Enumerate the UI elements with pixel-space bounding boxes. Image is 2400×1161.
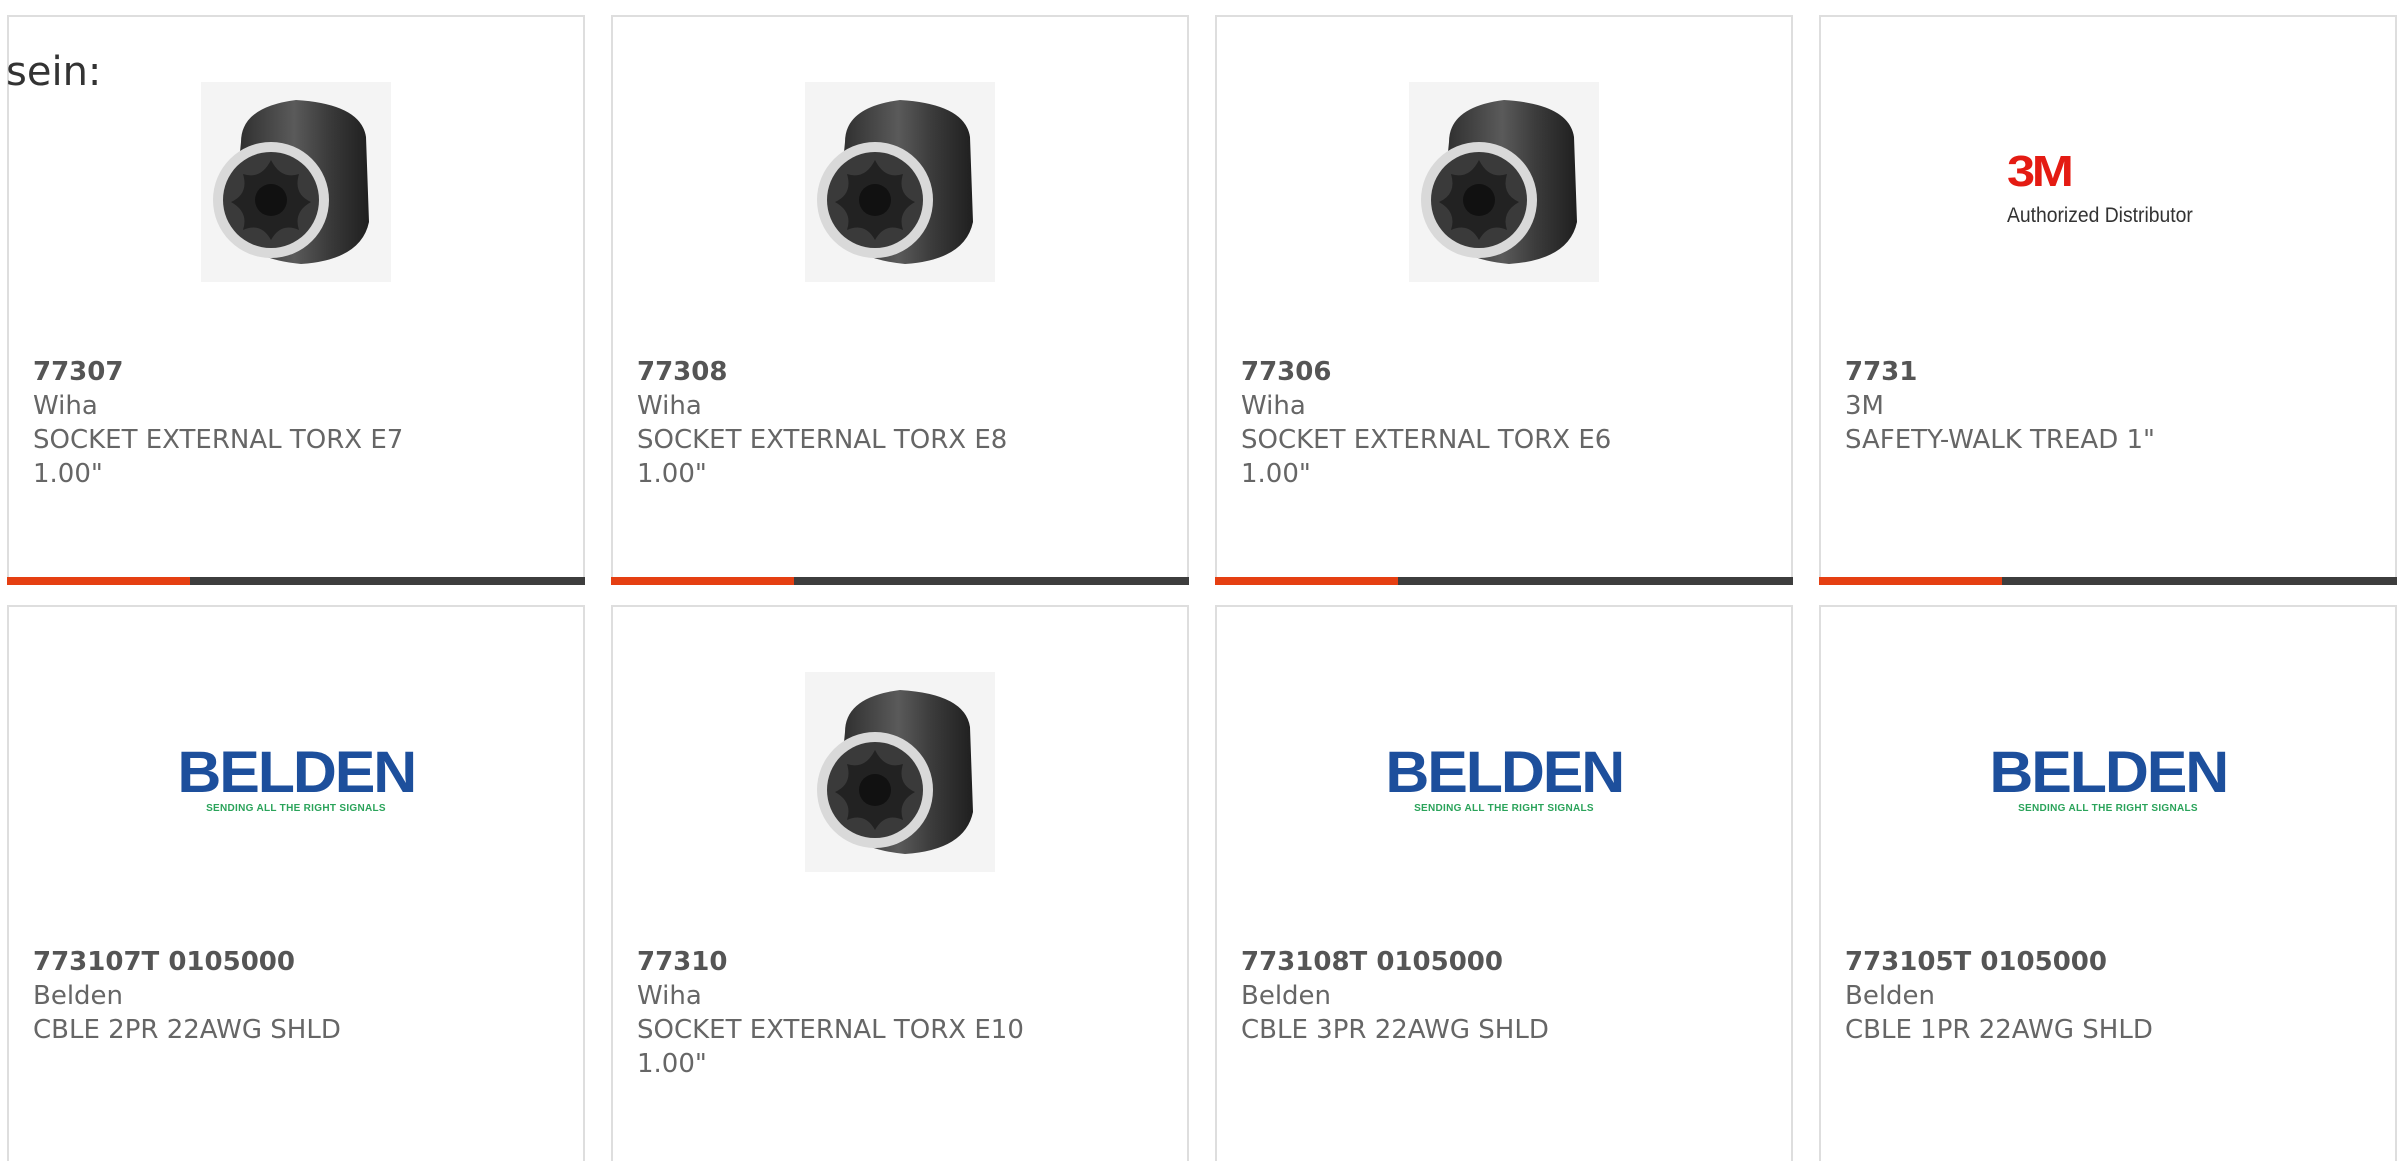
product-info: 77310 Wiha SOCKET EXTERNAL TORX E10 1.00… (637, 945, 1167, 1081)
product-image[interactable]: BELDEN SENDING ALL THE RIGHT SIGNALS (9, 667, 583, 877)
product-image[interactable] (1217, 77, 1791, 287)
product-card[interactable]: 77307 Wiha SOCKET EXTERNAL TORX E7 1.00" (7, 15, 585, 585)
socket-image (1409, 82, 1599, 282)
product-extra: 1.00" (1241, 459, 1311, 489)
belden-logo: BELDEN SENDING ALL THE RIGHT SIGNALS (177, 730, 417, 815)
belden-logo: BELDEN SENDING ALL THE RIGHT SIGNALS (1989, 730, 2229, 815)
belden-logo-mark: BELDEN (1989, 740, 2229, 805)
product-description: CBLE 1PR 22AWG SHLD (1845, 1015, 2153, 1045)
product-info: 773107T 0105000 Belden CBLE 2PR 22AWG SH… (33, 945, 563, 1047)
card-accent-bar (7, 577, 190, 585)
part-number[interactable]: 77308 (637, 355, 1167, 389)
brand-name: Wiha (33, 391, 98, 421)
card-accent-bar (1215, 577, 1398, 585)
belden-logo-mark: BELDEN (177, 740, 417, 805)
product-card[interactable]: 77308 Wiha SOCKET EXTERNAL TORX E8 1.00" (611, 15, 1189, 585)
product-description: SAFETY-WALK TREAD 1" (1845, 425, 2155, 455)
brand-name: Wiha (1241, 391, 1306, 421)
page: sein: 77307 Wiha SOCKET EXTERNAL TORX E7… (0, 0, 2400, 1161)
product-extra: 1.00" (637, 1049, 707, 1079)
socket-image (201, 82, 391, 282)
belden-logo-mark: BELDEN (1385, 740, 1625, 805)
product-card[interactable]: 3M Authorized Distributor 7731 3M SAFETY… (1819, 15, 2397, 585)
product-description: SOCKET EXTERNAL TORX E7 (33, 425, 404, 455)
product-image[interactable] (613, 77, 1187, 287)
product-card[interactable]: 77306 Wiha SOCKET EXTERNAL TORX E6 1.00" (1215, 15, 1793, 585)
product-info: 7731 3M SAFETY-WALK TREAD 1" (1845, 355, 2375, 457)
3m-logo-subtitle: Authorized Distributor (2007, 204, 2193, 227)
part-number[interactable]: 773105T 0105000 (1845, 945, 2375, 979)
product-description: CBLE 2PR 22AWG SHLD (33, 1015, 341, 1045)
part-number[interactable]: 773108T 0105000 (1241, 945, 1771, 979)
product-image[interactable] (9, 77, 583, 287)
product-description: SOCKET EXTERNAL TORX E10 (637, 1015, 1024, 1045)
card-bottom-bar (1215, 577, 1793, 585)
product-info: 773108T 0105000 Belden CBLE 3PR 22AWG SH… (1241, 945, 1771, 1047)
part-number[interactable]: 773107T 0105000 (33, 945, 563, 979)
product-description: SOCKET EXTERNAL TORX E6 (1241, 425, 1612, 455)
product-card[interactable]: BELDEN SENDING ALL THE RIGHT SIGNALS 773… (1215, 605, 1793, 1161)
3m-logo: 3M Authorized Distributor (2007, 136, 2209, 228)
section-heading: sein: (6, 49, 102, 95)
card-accent-bar (611, 577, 794, 585)
brand-name: Wiha (637, 981, 702, 1011)
product-extra: 1.00" (33, 459, 103, 489)
product-description: SOCKET EXTERNAL TORX E8 (637, 425, 1008, 455)
part-number[interactable]: 77307 (33, 355, 563, 389)
product-extra: 1.00" (637, 459, 707, 489)
card-bottom-bar (7, 577, 585, 585)
part-number[interactable]: 77310 (637, 945, 1167, 979)
product-card[interactable]: 77310 Wiha SOCKET EXTERNAL TORX E10 1.00… (611, 605, 1189, 1161)
3m-logo-mark: 3M (2007, 147, 2074, 196)
socket-image (805, 82, 995, 282)
product-image[interactable] (613, 667, 1187, 877)
brand-name: Belden (1241, 981, 1332, 1011)
brand-name: Belden (1845, 981, 1936, 1011)
product-card[interactable]: BELDEN SENDING ALL THE RIGHT SIGNALS 773… (1819, 605, 2397, 1161)
card-bottom-bar (611, 577, 1189, 585)
part-number[interactable]: 77306 (1241, 355, 1771, 389)
card-bottom-bar (1819, 577, 2397, 585)
product-image[interactable]: BELDEN SENDING ALL THE RIGHT SIGNALS (1217, 667, 1791, 877)
product-card[interactable]: BELDEN SENDING ALL THE RIGHT SIGNALS 773… (7, 605, 585, 1161)
brand-name: 3M (1845, 391, 1884, 421)
belden-logo: BELDEN SENDING ALL THE RIGHT SIGNALS (1385, 730, 1625, 815)
product-image[interactable]: 3M Authorized Distributor (1821, 77, 2395, 287)
card-accent-bar (1819, 577, 2002, 585)
brand-name: Belden (33, 981, 124, 1011)
product-info: 773105T 0105000 Belden CBLE 1PR 22AWG SH… (1845, 945, 2375, 1047)
product-info: 77307 Wiha SOCKET EXTERNAL TORX E7 1.00" (33, 355, 563, 491)
brand-name: Wiha (637, 391, 702, 421)
product-image[interactable]: BELDEN SENDING ALL THE RIGHT SIGNALS (1821, 667, 2395, 877)
socket-image (805, 672, 995, 872)
product-info: 77308 Wiha SOCKET EXTERNAL TORX E8 1.00" (637, 355, 1167, 491)
product-info: 77306 Wiha SOCKET EXTERNAL TORX E6 1.00" (1241, 355, 1771, 491)
product-description: CBLE 3PR 22AWG SHLD (1241, 1015, 1549, 1045)
part-number[interactable]: 7731 (1845, 355, 2375, 389)
